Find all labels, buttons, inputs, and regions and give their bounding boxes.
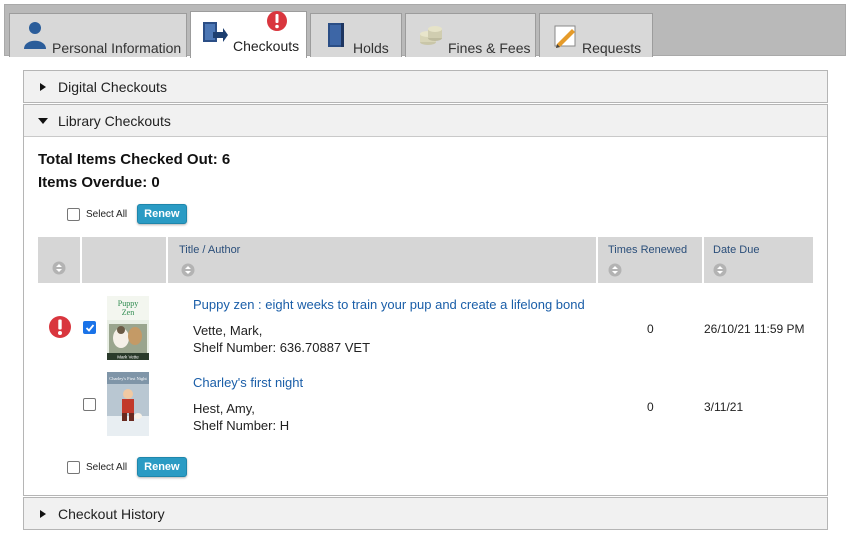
item-checkbox[interactable] bbox=[83, 398, 96, 411]
svg-text:Puppy: Puppy bbox=[118, 299, 138, 308]
caret-right-icon bbox=[40, 82, 46, 91]
header-alert-col[interactable] bbox=[38, 237, 82, 283]
sort-icon bbox=[181, 263, 195, 277]
item-date-due: 3/11/21 bbox=[704, 400, 744, 414]
table-row: Charley's First Night Charley's first ni… bbox=[38, 371, 813, 441]
account-tab-bar: Personal Information Checkouts Holds Fin… bbox=[4, 4, 846, 58]
tab-requests[interactable]: Requests bbox=[539, 13, 653, 57]
item-checkbox[interactable] bbox=[83, 321, 96, 334]
items-overdue: Items Overdue: 0 bbox=[38, 174, 160, 191]
header-date-due[interactable]: Date Due bbox=[704, 237, 813, 283]
header-times-renewed[interactable]: Times Renewed bbox=[598, 237, 704, 283]
digital-checkouts-header[interactable]: Digital Checkouts bbox=[24, 71, 827, 102]
svg-text:Zen: Zen bbox=[122, 308, 134, 317]
renew-button-bottom[interactable]: Renew bbox=[137, 457, 187, 477]
tab-label: Personal Information bbox=[52, 40, 182, 56]
checkout-history-panel: Checkout History bbox=[23, 497, 828, 530]
item-title-link[interactable]: Charley's first night bbox=[193, 375, 303, 390]
svg-text:Charley's First Night: Charley's First Night bbox=[109, 376, 147, 381]
item-times-renewed: 0 bbox=[647, 322, 654, 336]
tab-personal-information[interactable]: Personal Information bbox=[9, 13, 187, 57]
item-author: Vette, Mark, bbox=[193, 323, 263, 338]
alert-icon bbox=[267, 11, 287, 31]
pencil-note-icon bbox=[554, 25, 576, 48]
section-title: Digital Checkouts bbox=[58, 78, 167, 95]
renew-button-top[interactable]: Renew bbox=[137, 204, 187, 224]
bulk-actions-top: Select All Renew bbox=[67, 204, 187, 224]
tab-holds[interactable]: Holds bbox=[310, 13, 402, 57]
item-title-link[interactable]: Puppy zen : eight weeks to train your pu… bbox=[193, 297, 585, 312]
header-cover-col bbox=[82, 237, 168, 283]
book-cover-puppy-zen: Puppy Zen Mark Vette bbox=[107, 296, 149, 360]
coins-icon bbox=[420, 26, 442, 45]
sort-icon bbox=[608, 263, 622, 277]
tab-fines-fees[interactable]: Fines & Fees bbox=[405, 13, 536, 57]
header-title-author[interactable]: Title / Author bbox=[168, 237, 598, 283]
select-all-label: Select All bbox=[86, 461, 128, 473]
library-checkouts-panel: Library Checkouts Total Items Checked Ou… bbox=[23, 104, 828, 496]
checkout-book-arrow-icon bbox=[203, 22, 228, 42]
checkout-history-header[interactable]: Checkout History bbox=[24, 498, 827, 529]
item-shelf-number: Shelf Number: 636.70887 VET bbox=[193, 340, 371, 355]
header-label: Date Due bbox=[713, 244, 760, 256]
checkouts-table-header: Title / Author Times Renewed Date Due bbox=[38, 237, 813, 283]
section-title: Library Checkouts bbox=[58, 112, 171, 129]
overdue-alert-icon bbox=[49, 316, 71, 338]
item-times-renewed: 0 bbox=[647, 400, 654, 414]
total-items-checked-out: Total Items Checked Out: 6 bbox=[38, 151, 231, 168]
table-row: Puppy Zen Mark Vette Puppy zen : eight w… bbox=[38, 295, 813, 365]
book-icon bbox=[328, 23, 344, 47]
sort-icon bbox=[52, 261, 66, 275]
sort-icon bbox=[713, 263, 727, 277]
person-icon bbox=[24, 22, 46, 49]
select-all-checkbox-top[interactable] bbox=[67, 207, 80, 221]
bulk-actions-bottom: Select All Renew bbox=[67, 457, 187, 477]
library-checkouts-body: Total Items Checked Out: 6 Items Overdue… bbox=[24, 136, 827, 495]
caret-down-icon bbox=[38, 117, 48, 124]
digital-checkouts-panel: Digital Checkouts bbox=[23, 70, 828, 103]
header-label: Times Renewed bbox=[608, 244, 688, 256]
section-title: Checkout History bbox=[58, 505, 165, 522]
tab-label: Checkouts bbox=[233, 38, 300, 54]
check-icon bbox=[85, 324, 95, 332]
tab-checkouts[interactable]: Checkouts bbox=[190, 11, 307, 58]
header-label: Title / Author bbox=[179, 244, 241, 256]
select-all-checkbox-bottom[interactable] bbox=[67, 460, 80, 474]
caret-right-icon bbox=[40, 509, 46, 518]
item-date-due: 26/10/21 11:59 PM bbox=[704, 322, 805, 336]
item-shelf-number: Shelf Number: H bbox=[193, 418, 290, 433]
tab-label: Requests bbox=[582, 40, 642, 56]
library-checkouts-header[interactable]: Library Checkouts bbox=[24, 105, 827, 136]
cover-author-text: Mark Vette bbox=[117, 355, 139, 360]
select-all-label: Select All bbox=[86, 208, 128, 220]
tab-label: Holds bbox=[353, 40, 389, 56]
tab-label: Fines & Fees bbox=[448, 40, 531, 56]
book-cover-charleys-first-night: Charley's First Night bbox=[107, 372, 149, 436]
item-author: Hest, Amy, bbox=[193, 401, 255, 416]
